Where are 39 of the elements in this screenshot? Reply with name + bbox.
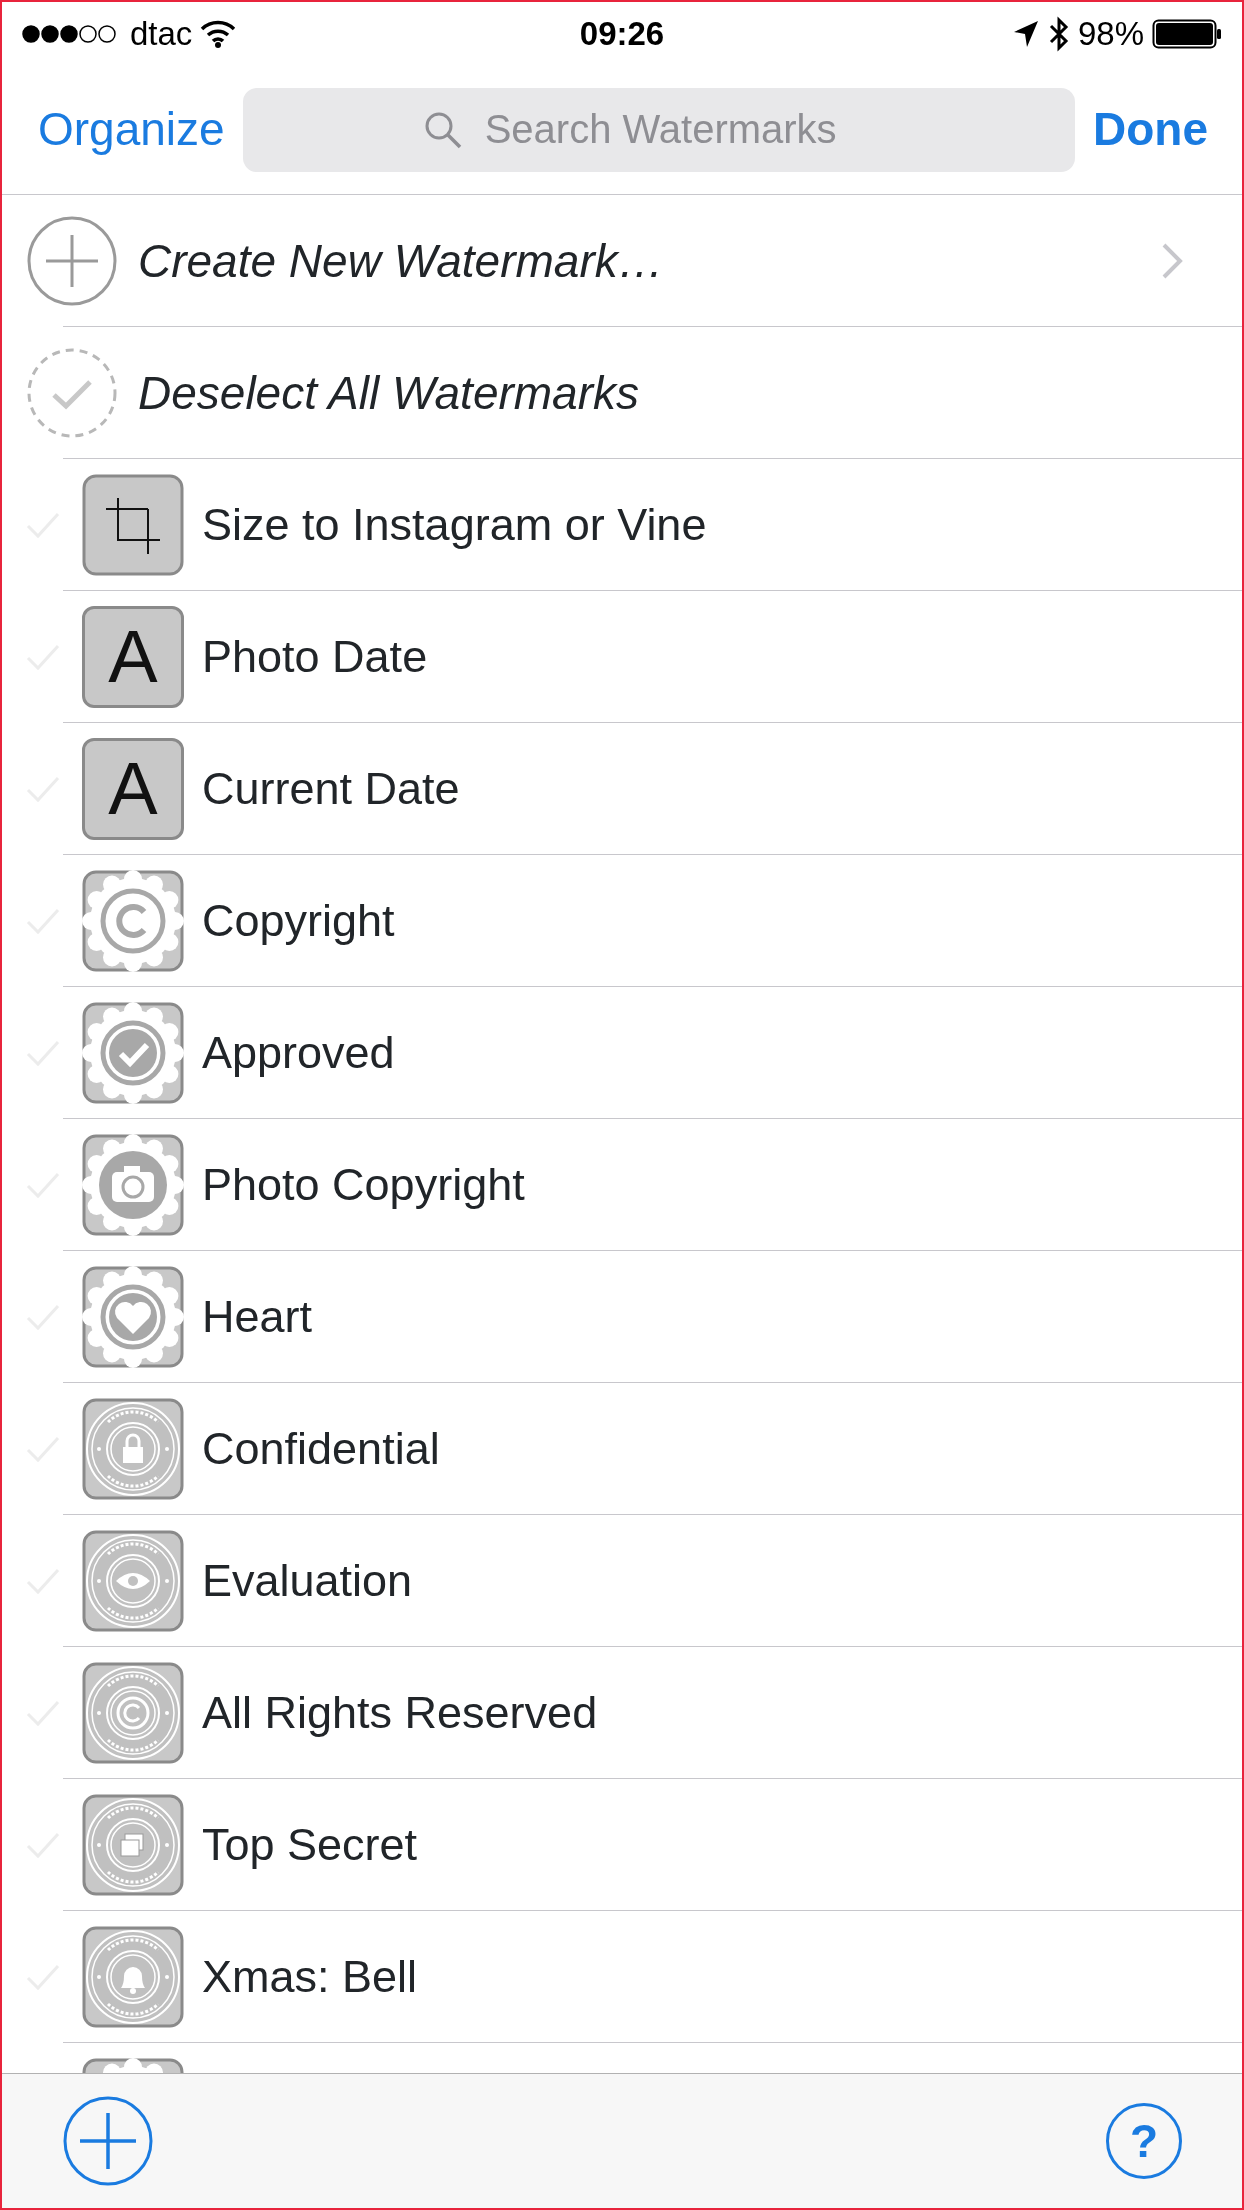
list-row[interactable]: Deselect All Watermarks — [2, 327, 1242, 459]
lock-seal-icon — [82, 1398, 184, 1500]
wifi-icon — [200, 19, 237, 48]
photos-seal-icon — [82, 1794, 184, 1896]
add-icon[interactable] — [62, 2095, 154, 2187]
done-button[interactable]: Done — [1093, 95, 1208, 164]
check-circle-icon — [26, 347, 118, 439]
copyright-seal-icon — [82, 1662, 184, 1764]
letter-icon: A — [82, 738, 184, 840]
check-badge-icon — [82, 1002, 184, 1104]
list-row[interactable]: Copyright — [2, 855, 1242, 987]
list-row[interactable]: Create New Watermark… — [2, 195, 1242, 327]
bell-seal-icon — [82, 1926, 184, 2028]
list-row[interactable]: Xmas: Bell — [2, 1911, 1242, 2043]
list-row[interactable]: Top Secret — [2, 1779, 1242, 1911]
eye-seal-icon — [82, 1530, 184, 1632]
battery-icon — [1152, 18, 1222, 49]
time-text: 09:26 — [579, 13, 665, 54]
copyright-icon — [82, 870, 184, 972]
plus-circle-icon — [26, 215, 118, 307]
bluetooth-icon — [1047, 15, 1070, 52]
list-row[interactable]: A Current Date — [2, 723, 1242, 855]
help-button[interactable]: ? — [1106, 2103, 1182, 2179]
carrier-text: dtac — [130, 13, 193, 54]
list-row[interactable]: Confidential — [2, 1383, 1242, 1515]
list-row[interactable]: Evaluation — [2, 1515, 1242, 1647]
chevron-icon — [1160, 241, 1184, 281]
letter-icon: A — [82, 606, 184, 708]
battery-text: 98% — [1077, 13, 1144, 54]
crop-icon — [82, 474, 184, 576]
list-row[interactable]: Size to Instagram or Vine — [2, 459, 1242, 591]
organize-button[interactable]: Organize — [38, 95, 225, 164]
search-field[interactable]: Search Watermarks — [242, 87, 1075, 172]
list-row[interactable]: Photo Copyright — [2, 1119, 1242, 1251]
list-row[interactable]: Heart — [2, 1251, 1242, 1383]
list-row[interactable]: All Rights Reserved — [2, 1647, 1242, 1779]
list-row[interactable]: A Photo Date — [2, 591, 1242, 723]
list-row[interactable]: Approved — [2, 987, 1242, 1119]
camera-icon — [82, 1134, 184, 1236]
